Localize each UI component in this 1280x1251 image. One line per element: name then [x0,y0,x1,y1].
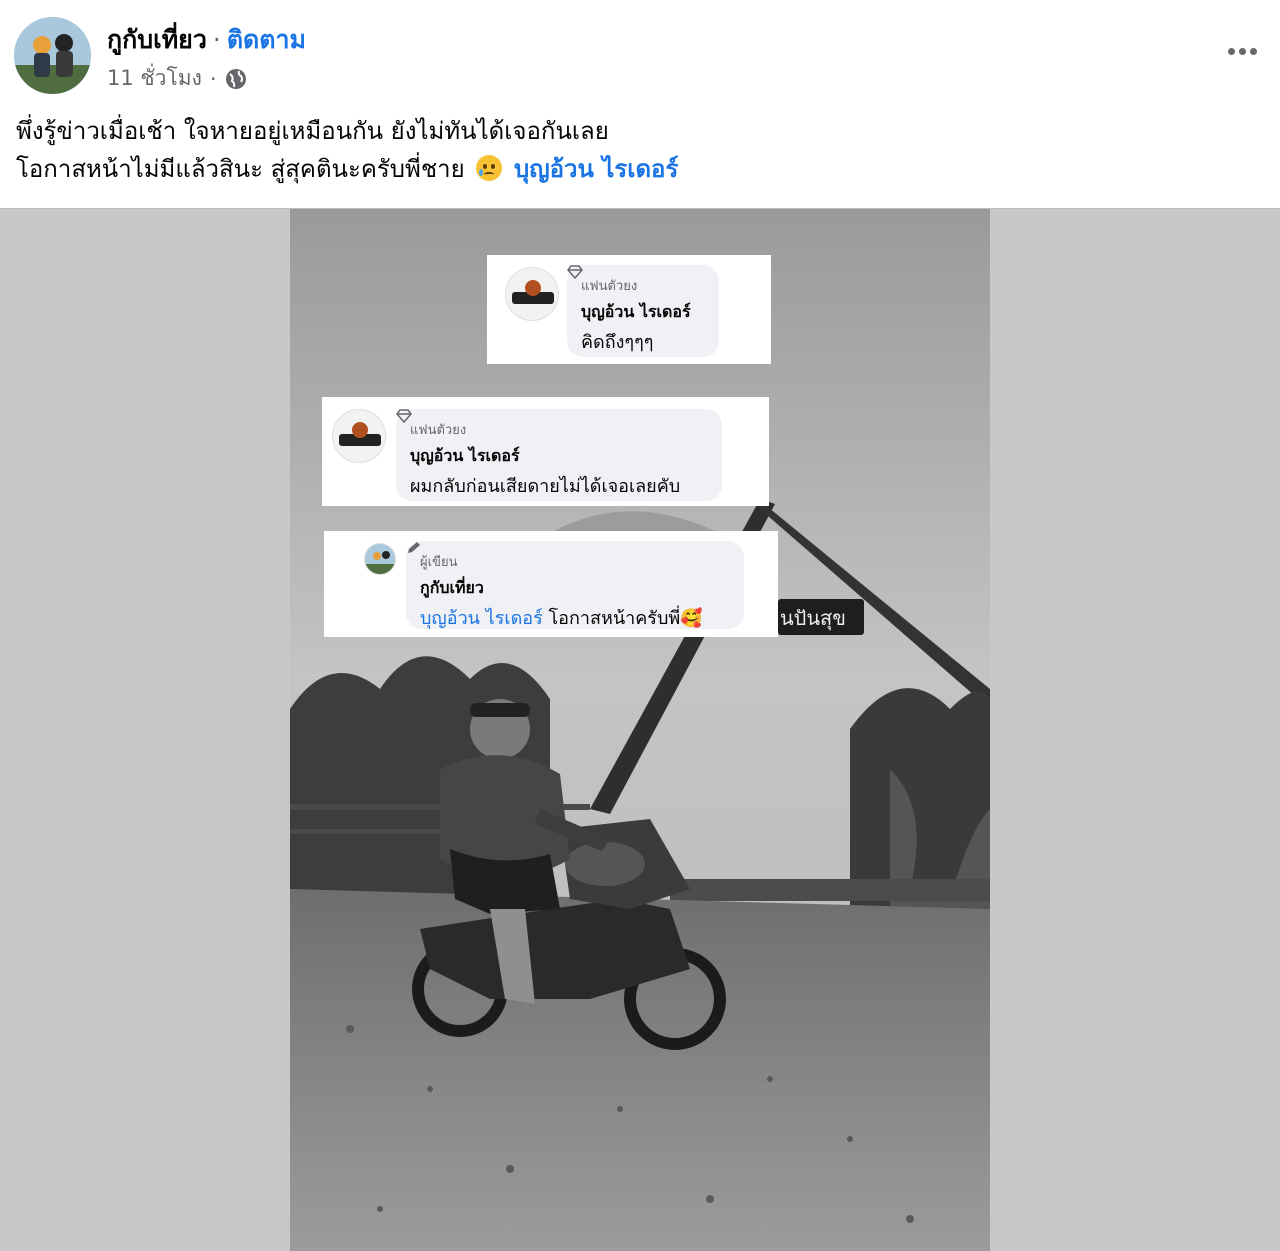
diamond-icon [567,265,583,279]
commenter-avatar[interactable] [332,409,386,463]
sad-tear-emoji-icon [476,155,503,181]
commenter-name[interactable]: บุญอ้วน ไรเดอร์ [581,300,705,325]
commenter-name[interactable]: กูกับเที่ยว [420,576,730,601]
commenter-avatar-image [365,544,395,574]
separator-dot: · [209,66,217,91]
commenter-avatar-image [506,268,558,320]
comment-badge: ผู้เขียน [408,542,730,572]
post-media[interactable]: นปันสุข แฟนตัวยง บุญอ้วน ไรเดอร์ คิดถึงๆ… [0,208,1280,1251]
wooden-sign-text: นปันสุข [780,606,846,631]
comment-card-2: แฟนตัวยง บุญอ้วน ไรเดอร์ ผมกลับก่อนเสียด… [322,397,769,506]
commenter-name[interactable]: บุญอ้วน ไรเดอร์ [410,444,708,469]
pencil-icon [408,542,420,553]
comment-text: บุญอ้วน ไรเดอร์ โอกาสหน้าครับพี่🥰 [420,608,703,629]
mention-link[interactable]: บุญอ้วน ไรเดอร์ [420,608,543,629]
badge-label: แฟนตัวยง [410,423,467,438]
avatar-image [14,17,91,94]
author-name[interactable]: กูกับเที่ยว [107,25,207,54]
comment-card-3: ผู้เขียน กูกับเที่ยว บุญอ้วน ไรเดอร์ โอก… [324,531,778,637]
comment-badge: แฟนตัวยง [567,265,705,296]
post-meta: 11 ชั่วโมง · [107,62,247,95]
commenter-avatar[interactable] [364,543,396,575]
comment-card-1: แฟนตัวยง บุญอ้วน ไรเดอร์ คิดถึงๆๆๆ [487,255,771,364]
post-photo[interactable]: นปันสุข แฟนตัวยง บุญอ้วน ไรเดอร์ คิดถึงๆ… [290,209,990,1251]
commenter-avatar[interactable] [505,267,559,321]
post-text-line-1: พึ่งรู้ข่าวเมื่อเช้า ใจหายอยู่เหมือนกัน … [16,117,609,145]
comment-text: ผมกลับก่อนเสียดายไม่ได้เจอเลยคับ [410,476,681,497]
comment-bubble: ผู้เขียน กูกับเที่ยว บุญอ้วน ไรเดอร์ โอก… [406,541,744,629]
photo-scene: นปันสุข [290,209,990,1251]
post-timestamp[interactable]: 11 ชั่วโมง [107,62,202,95]
commenter-avatar-image [333,410,385,462]
diamond-icon [396,409,412,423]
author-line: กูกับเที่ยว · ติดตาม [107,20,306,60]
comment-bubble: แฟนตัวยง บุญอ้วน ไรเดอร์ ผมกลับก่อนเสียด… [396,409,722,501]
author-avatar[interactable] [14,17,91,94]
post-text: พึ่งรู้ข่าวเมื่อเช้า ใจหายอยู่เหมือนกัน … [16,112,678,188]
comment-text: คิดถึงๆๆๆ [581,332,654,353]
comment-badge: แฟนตัวยง [396,409,708,440]
separator-dot: · [212,25,221,54]
mention-link[interactable]: บุญอ้วน ไรเดอร์ [514,155,678,183]
more-options-icon[interactable] [1224,36,1260,66]
badge-label: ผู้เขียน [420,555,458,570]
post-text-line-2: โอกาสหน้าไม่มีแล้วสินะ สู่สุคตินะครับพี่… [16,155,679,183]
post-header: กูกับเที่ยว · ติดตาม 11 ชั่วโมง · [0,0,1280,100]
comment-bubble: แฟนตัวยง บุญอ้วน ไรเดอร์ คิดถึงๆๆๆ [567,265,719,357]
badge-label: แฟนตัวยง [581,279,638,294]
follow-link[interactable]: ติดตาม [227,25,306,54]
globe-icon [225,68,246,89]
